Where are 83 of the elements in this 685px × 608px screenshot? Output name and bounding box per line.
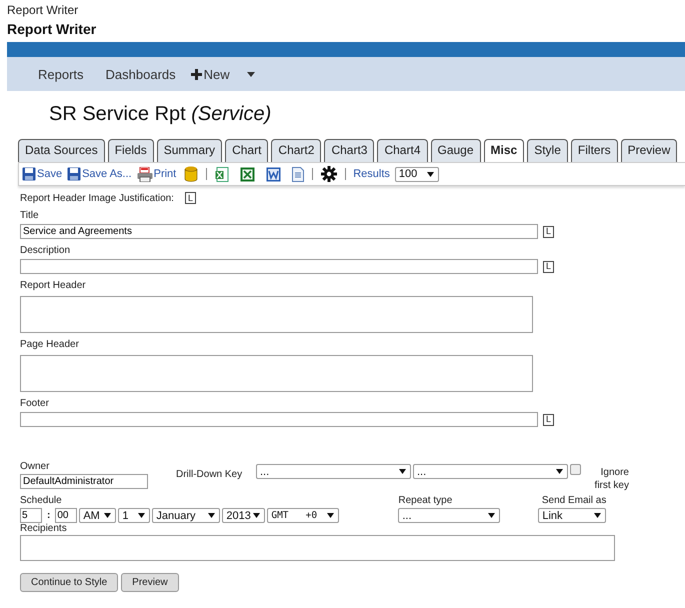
text-field[interactable]: Service and Agreements <box>20 224 538 239</box>
month-dropdown[interactable]: January <box>152 508 220 523</box>
tab[interactable]: Filters <box>570 139 618 162</box>
tab[interactable]: Chart4 <box>377 139 428 162</box>
field-label: Send Email as <box>542 495 606 506</box>
new-menu[interactable]: New <box>190 66 230 82</box>
tab[interactable]: Summary <box>156 139 222 162</box>
timezone-dropdown[interactable]: GMT +0 <box>267 508 340 523</box>
caret-icon <box>327 513 334 518</box>
tab[interactable]: Chart <box>225 139 268 162</box>
text-area[interactable] <box>20 355 533 392</box>
caret-icon <box>556 469 563 474</box>
nav-link[interactable]: Dashboards <box>106 66 176 82</box>
printer-icon <box>136 166 153 182</box>
justification-toggle[interactable]: L <box>184 192 196 204</box>
field-label: Drill-Down Key <box>176 469 244 480</box>
drill-down-dropdown[interactable]: ... <box>413 464 568 479</box>
save-button[interactable]: Save As... <box>67 167 132 181</box>
field-label: Schedule <box>20 495 63 506</box>
caret-icon <box>426 172 434 176</box>
justification-toggle[interactable]: L <box>543 226 554 238</box>
nav-link[interactable]: Reports <box>38 66 84 82</box>
justification-toggle[interactable]: L <box>543 260 554 272</box>
recipients-field[interactable] <box>20 535 615 561</box>
settings-icon[interactable] <box>321 166 338 182</box>
checkbox[interactable] <box>570 464 581 475</box>
tab[interactable]: Data Sources <box>18 139 105 162</box>
database-icon[interactable] <box>184 166 198 182</box>
tab[interactable]: Misc <box>484 139 524 162</box>
print-button[interactable]: Print <box>136 166 176 182</box>
results-dropdown[interactable]: 100 <box>394 166 439 182</box>
field-label: Repeat type <box>398 495 454 506</box>
hour-field[interactable]: 5 <box>20 508 42 523</box>
app-title: Report Writer <box>7 21 98 39</box>
window-title: Report Writer <box>7 2 80 17</box>
tab[interactable]: Fields <box>108 139 154 162</box>
save-button[interactable]: Save <box>22 167 62 181</box>
floppy-icon <box>67 167 82 181</box>
field-label: Title <box>20 210 40 222</box>
caret-icon <box>253 513 260 518</box>
spreadsheet-icon[interactable] <box>215 166 230 182</box>
owner-field[interactable]: DefaultAdministrator <box>20 474 148 489</box>
ampm-dropdown[interactable]: AM <box>79 508 116 523</box>
field-label: Report Header Image Justification: <box>20 192 174 204</box>
text-field[interactable] <box>20 412 538 427</box>
caret-icon <box>594 513 602 518</box>
tab[interactable]: Chart3 <box>324 139 374 162</box>
floppy-icon <box>22 167 36 181</box>
text-field[interactable] <box>20 259 538 274</box>
excel-icon[interactable] <box>240 166 256 182</box>
caret-icon <box>208 513 216 518</box>
tab[interactable]: Gauge <box>430 139 481 162</box>
tab[interactable]: Preview <box>620 139 678 162</box>
field-label: Page Header <box>20 339 80 351</box>
drill-down-dropdown[interactable]: ... <box>256 464 411 479</box>
repeat-type-dropdown[interactable]: ... <box>398 508 500 523</box>
year-dropdown[interactable]: 2013 <box>222 508 266 523</box>
field-label: Report Header <box>20 280 87 292</box>
field-label: Description <box>20 245 72 257</box>
tab[interactable]: Style <box>527 139 568 162</box>
results-label: Results <box>353 168 390 180</box>
field-label: Owner <box>20 461 50 472</box>
caret-icon <box>138 513 146 518</box>
time-separator: : <box>47 510 50 521</box>
action-button[interactable]: Preview <box>121 573 179 592</box>
document-icon[interactable] <box>292 166 304 182</box>
field-label: Recipients <box>20 523 67 534</box>
minute-field[interactable]: 00 <box>55 508 78 523</box>
justification-toggle[interactable]: L <box>543 414 554 426</box>
caret-icon[interactable] <box>246 72 255 76</box>
checkbox-label: Ignore first key <box>594 467 629 492</box>
tab[interactable]: Chart2 <box>271 139 322 162</box>
text-area[interactable] <box>20 296 533 333</box>
caret-icon <box>399 469 406 474</box>
report-title: SR Service Rpt (Service) <box>49 103 272 127</box>
action-button[interactable]: Continue to Style <box>20 573 118 592</box>
field-label: Footer <box>20 398 50 410</box>
caret-icon <box>104 513 112 518</box>
word-icon[interactable] <box>266 166 282 182</box>
caret-icon <box>488 513 496 518</box>
send-email-dropdown[interactable]: Link <box>538 508 606 523</box>
plus-icon <box>190 68 202 80</box>
day-dropdown[interactable]: 1 <box>118 508 150 523</box>
